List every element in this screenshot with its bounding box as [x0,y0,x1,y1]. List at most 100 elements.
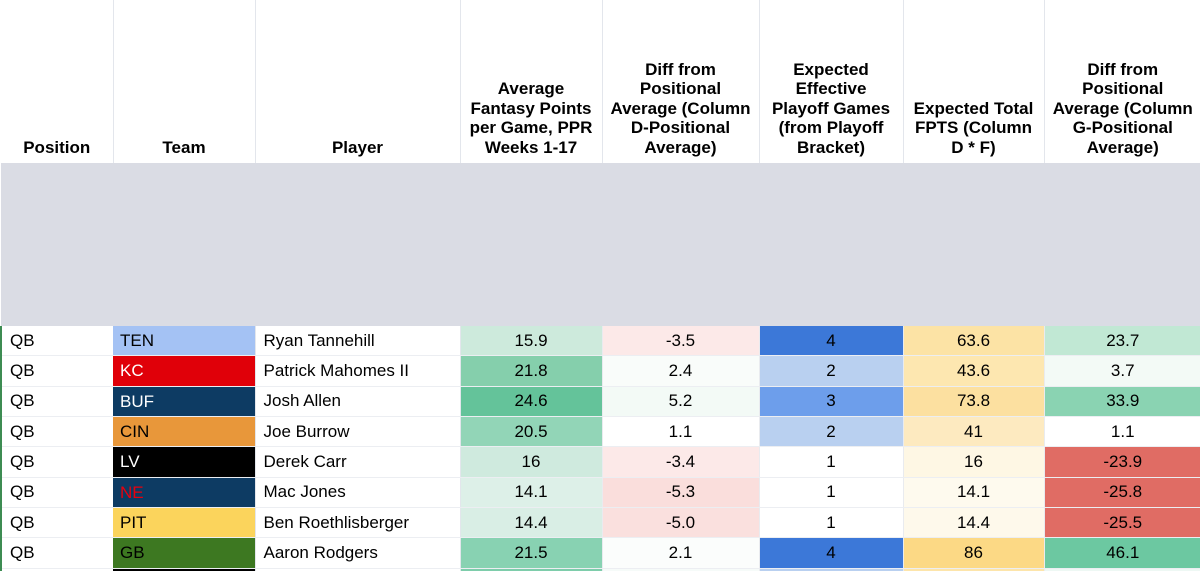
cell-exp_total[interactable]: 41 [902,416,1044,448]
cell-player[interactable]: Ryan Tannehill [254,326,460,357]
cell-position[interactable]: QB [0,507,113,539]
cell-player[interactable]: Ben Roethlisberger [254,507,460,539]
header-separator-cell [460,163,602,326]
cell-diff_d[interactable]: 5.2 [601,386,759,418]
team-badge: CIN [113,417,255,446]
cell-player[interactable]: Joe Burrow [254,416,460,448]
cell-exp_total[interactable]: 86 [902,537,1044,569]
table-row[interactable]: QB KC Patrick Mahomes II 21.8 2.4 2 43.6 3.7 [0,355,1200,387]
cell-diff_d[interactable]: -3.4 [601,446,759,478]
table-row[interactable]: QB LV Derek Carr 16 -3.4 1 16 -23.9 [0,446,1200,478]
table-row[interactable]: QB PIT Ben Roethlisberger 14.4 -5.0 1 14.4 -25.… [0,507,1200,539]
table-header: Position Team Player Average Fantasy Poi… [1,0,1200,326]
cell-exp_games[interactable]: 1 [758,507,903,539]
cell-exp_total[interactable]: 14.1 [902,477,1044,509]
column-header-expected-effective-playoff-games[interactable]: Expected Effective Playoff Games (from P… [758,0,903,163]
header-row: Position Team Player Average Fantasy Poi… [1,0,1200,163]
table-row[interactable]: QB BUF Josh Allen 24.6 5.2 3 73.8 33.9 [0,386,1200,418]
table-row[interactable]: QB NE Mac Jones 14.1 -5.3 1 14.1 -25.8 [0,477,1200,509]
column-header-player[interactable]: Player [254,0,460,163]
cell-diff_g[interactable]: -25.5 [1043,507,1200,539]
team-badge: LV [113,447,255,477]
cell-position[interactable]: QB [0,537,113,569]
cell-diff_d[interactable]: -5.3 [601,477,759,509]
cell-exp_total[interactable]: 43.6 [902,355,1044,387]
cell-position[interactable]: QB [0,416,113,448]
cell-diff_g[interactable]: 46.1 [1043,537,1200,569]
cell-avg_fpts[interactable]: 24.6 [459,386,602,418]
header-separator [1,163,1200,326]
fantasy-playoff-table: Position Team Player Average Fantasy Poi… [0,0,1200,571]
cell-avg_fpts[interactable]: 21.5 [459,537,602,569]
cell-team[interactable]: GB [113,537,255,569]
cell-avg_fpts[interactable]: 16 [459,446,602,478]
cell-diff_d[interactable]: 2.4 [601,355,759,387]
cell-position[interactable]: QB [0,477,113,509]
cell-exp_total[interactable]: 63.6 [902,326,1044,357]
cell-diff_d[interactable]: 1.1 [601,416,759,448]
header-separator-cell [1,163,113,326]
cell-diff_g[interactable]: -23.9 [1043,446,1200,478]
cell-player[interactable]: Mac Jones [254,477,460,509]
column-header-diff-from-positional-average-g[interactable]: Diff from Positional Average (Column G-P… [1043,0,1200,163]
cell-avg_fpts[interactable]: 15.9 [459,326,602,357]
cell-team[interactable]: NE [113,477,255,509]
cell-diff_d[interactable]: 2.1 [601,537,759,569]
team-badge: NE [113,477,255,507]
cell-team[interactable]: CIN [113,416,255,448]
cell-avg_fpts[interactable]: 14.1 [459,477,602,509]
team-badge: PIT [113,508,255,537]
cell-exp_games[interactable]: 4 [758,537,903,569]
table-row[interactable]: QB TEN Ryan Tannehill 15.9 -3.5 4 63.6 23.7 [0,326,1200,357]
cell-team[interactable]: KC [113,355,255,387]
cell-position[interactable]: QB [0,355,113,387]
cell-exp_total[interactable]: 14.4 [902,507,1044,539]
cell-avg_fpts[interactable]: 20.5 [459,416,602,448]
cell-position[interactable]: QB [0,386,113,418]
cell-team[interactable]: PIT [113,507,255,539]
cell-exp_games[interactable]: 2 [758,416,903,448]
cell-team[interactable]: TEN [113,326,255,357]
cell-position[interactable]: QB [0,446,113,478]
column-header-position[interactable]: Position [1,0,113,163]
column-header-expected-total-fpts[interactable]: Expected Total FPTS (Column D * F) [902,0,1044,163]
cell-avg_fpts[interactable]: 21.8 [459,355,602,387]
cell-team[interactable]: LV [113,446,255,478]
team-badge: BUF [113,386,255,416]
header-separator-cell [113,163,255,326]
table-body: QB TEN Ryan Tannehill 15.9 -3.5 4 63.6 23.7 QB KC… [0,326,1200,571]
cell-diff_g[interactable]: 1.1 [1043,416,1200,448]
cell-exp_games[interactable]: 2 [758,355,903,387]
cell-avg_fpts[interactable]: 14.4 [459,507,602,539]
cell-diff_g[interactable]: 3.7 [1043,355,1200,387]
header-separator-cell [903,163,1044,326]
cell-exp_games[interactable]: 3 [758,386,903,418]
table-row[interactable]: QB CIN Joe Burrow 20.5 1.1 2 41 1.1 [0,416,1200,448]
cell-exp_games[interactable]: 1 [758,477,903,509]
header-separator-cell [602,163,759,326]
table-row[interactable]: QB GB Aaron Rodgers 21.5 2.1 4 86 46.1 [0,537,1200,569]
cell-exp_games[interactable]: 1 [758,446,903,478]
column-header-team[interactable]: Team [112,0,255,163]
cell-team[interactable]: BUF [113,386,255,418]
cell-player[interactable]: Patrick Mahomes II [254,355,460,387]
cell-diff_d[interactable]: -3.5 [601,326,759,357]
cell-exp_games[interactable]: 4 [758,326,903,357]
cell-diff_g[interactable]: 23.7 [1043,326,1200,357]
header-separator-cell [1044,163,1200,326]
cell-exp_total[interactable]: 16 [902,446,1044,478]
cell-diff_d[interactable]: -5.0 [601,507,759,539]
cell-player[interactable]: Josh Allen [254,386,460,418]
cell-player[interactable]: Aaron Rodgers [254,537,460,569]
cell-position[interactable]: QB [0,326,113,357]
cell-player[interactable]: Derek Carr [254,446,460,478]
cell-diff_g[interactable]: -25.8 [1043,477,1200,509]
cell-diff_g[interactable]: 33.9 [1043,386,1200,418]
column-header-diff-from-positional-average-d[interactable]: Diff from Positional Average (Column D-P… [601,0,759,163]
cell-exp_total[interactable]: 73.8 [902,386,1044,418]
header-separator-cell [255,163,460,326]
spreadsheet-view: Position Team Player Average Fantasy Poi… [0,0,1200,571]
column-header-average-fantasy-points[interactable]: Average Fantasy Points per Game, PPR Wee… [459,0,602,163]
team-badge: KC [113,356,255,386]
header-separator-cell [759,163,903,326]
